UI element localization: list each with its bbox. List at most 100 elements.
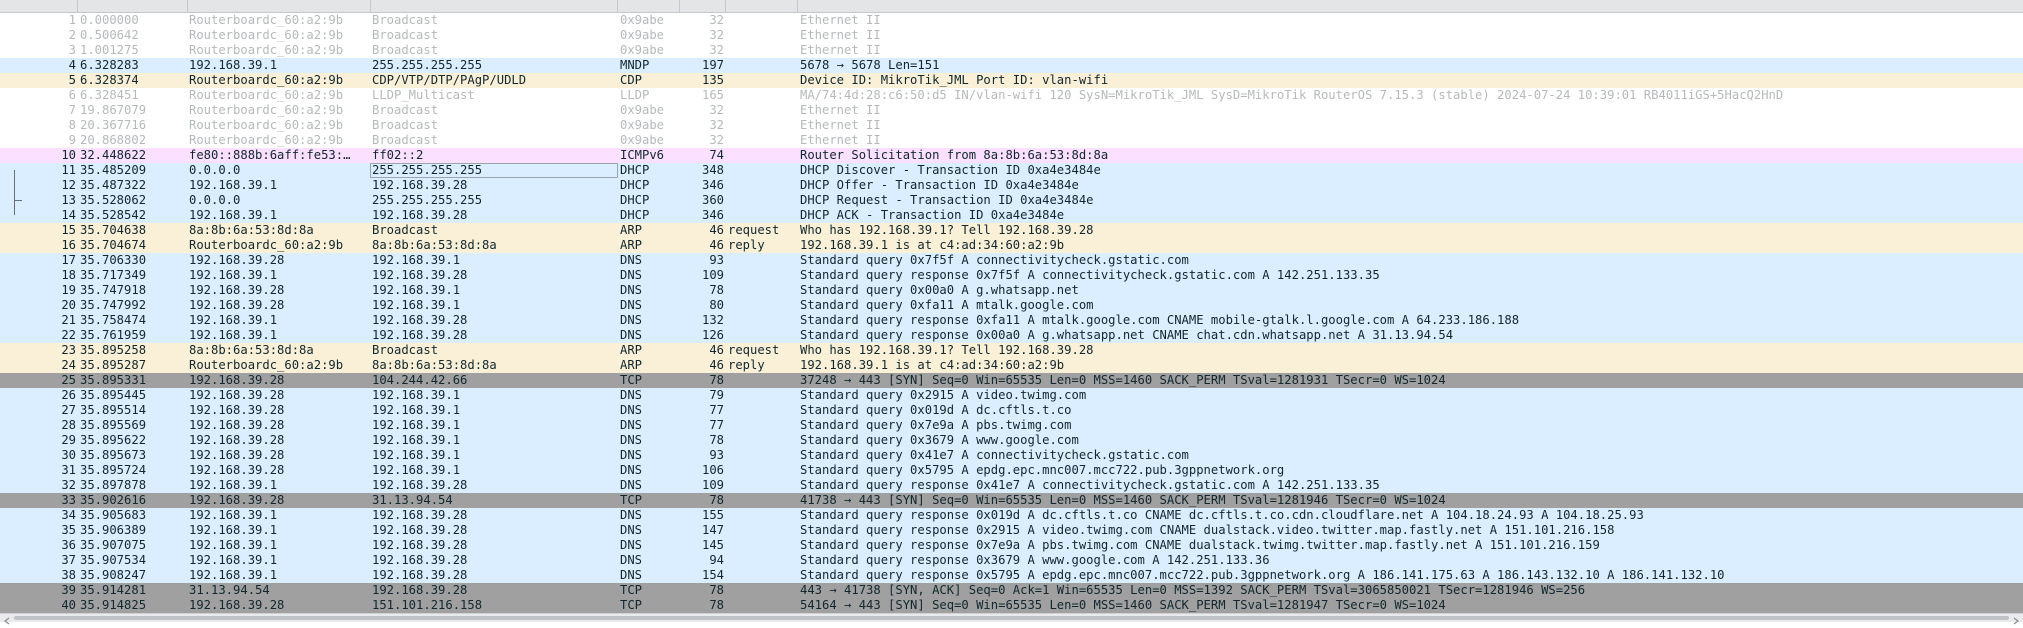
packet-row[interactable]: 22 35.761959 192.168.39.1 192.168.39.28 DNS 1…	[0, 328, 2023, 343]
packet-row[interactable]: 15 35.704638 8a:8b:6a:53:8d:8a Broadcast ARP…	[0, 223, 2023, 238]
packet-row[interactable]: 39 35.914281 31.13.94.54 192.168.39.28 TCP 78…	[0, 583, 2023, 598]
packet-length: 94	[709, 553, 724, 567]
packet-arp-opcode: reply	[728, 238, 765, 252]
packet-info: Standard query response 0x2915 A video.t…	[800, 523, 1615, 537]
packet-info: Ethernet II	[800, 13, 881, 27]
packet-info: DHCP Discover - Transaction ID 0xa4e3484…	[800, 163, 1101, 177]
packet-row[interactable]: 24 35.895287 Routerboardc_60:a2:9b 8a:8b:6a…	[0, 358, 2023, 373]
packet-destination: 192.168.39.28	[372, 208, 468, 222]
packet-number: 29	[61, 433, 76, 447]
packet-time: 35.895258	[80, 343, 147, 357]
packet-row[interactable]: 19 35.747918 192.168.39.28 192.168.39.1 DNS 7…	[0, 283, 2023, 298]
packet-list-header[interactable]	[0, 0, 2023, 13]
packet-row[interactable]: 23 35.895258 8a:8b:6a:53:8d:8a Broadcast ARP…	[0, 343, 2023, 358]
packet-row[interactable]: 12 35.487322 192.168.39.1 192.168.39.28 DHCP…	[0, 178, 2023, 193]
column-header-source[interactable]	[188, 0, 371, 12]
column-header-info[interactable]	[798, 0, 2023, 12]
packet-row[interactable]: 28 35.895569 192.168.39.28 192.168.39.1 DNS 7…	[0, 418, 2023, 433]
packet-row[interactable]: 37 35.907534 192.168.39.1 192.168.39.28 DNS 9…	[0, 553, 2023, 568]
packet-row[interactable]: 38 35.908247 192.168.39.1 192.168.39.28 DNS 1…	[0, 568, 2023, 583]
packet-length: 32	[709, 118, 724, 132]
column-header-no[interactable]	[0, 0, 78, 12]
packet-row[interactable]: 17 35.706330 192.168.39.28 192.168.39.1 DNS 9…	[0, 253, 2023, 268]
packet-length: 32	[709, 13, 724, 27]
packet-row[interactable]: 14 35.528542 192.168.39.1 192.168.39.28 DHCP…	[0, 208, 2023, 223]
packet-destination: 151.101.216.158	[372, 598, 483, 612]
packet-row[interactable]: 25 35.895331 192.168.39.28 104.244.42.66 TCP…	[0, 373, 2023, 388]
scrollbar-thumb[interactable]	[14, 616, 2009, 620]
packet-row[interactable]: 4 6.328283 192.168.39.1 255.255.255.255 MNDP…	[0, 58, 2023, 73]
packet-source: Routerboardc_60:a2:9b	[189, 28, 344, 42]
column-header-extra[interactable]	[726, 0, 798, 12]
packet-row[interactable]: 36 35.907075 192.168.39.1 192.168.39.28 DNS 1…	[0, 538, 2023, 553]
packet-protocol: TCP	[620, 373, 643, 387]
packet-time: 20.367716	[80, 118, 147, 132]
packet-protocol: DNS	[620, 283, 643, 297]
packet-info: Who has 192.168.39.1? Tell 192.168.39.28	[800, 343, 1094, 357]
packet-number: 8	[68, 118, 76, 132]
packet-time: 0.500642	[80, 28, 139, 42]
packet-row[interactable]: 5 6.328374 Routerboardc_60:a2:9b CDP/VTP/DT…	[0, 73, 2023, 88]
packet-info: Ethernet II	[800, 118, 881, 132]
packet-source: 192.168.39.1	[189, 178, 278, 192]
column-header-protocol[interactable]	[618, 0, 680, 12]
packet-source: 8a:8b:6a:53:8d:8a	[189, 223, 314, 237]
packet-row[interactable]: 35 35.906389 192.168.39.1 192.168.39.28 DNS 1…	[0, 523, 2023, 538]
packet-row[interactable]: 33 35.902616 192.168.39.28 31.13.94.54 TCP 78…	[0, 493, 2023, 508]
packet-info: Standard query response 0x019d A dc.cftl…	[800, 508, 1644, 522]
packet-time: 0.000000	[80, 13, 139, 27]
packet-number: 18	[61, 268, 76, 282]
packet-info: Standard query response 0x3679 A www.goo…	[800, 553, 1270, 567]
packet-number: 35	[61, 523, 76, 537]
packet-row[interactable]: 9 20.868802 Routerboardc_60:a2:9b Broadcast…	[0, 133, 2023, 148]
column-header-length[interactable]	[680, 0, 726, 12]
packet-row[interactable]: 29 35.895622 192.168.39.28 192.168.39.1 DNS 7…	[0, 433, 2023, 448]
packet-destination: Broadcast	[372, 118, 439, 132]
packet-length: 74	[709, 148, 724, 162]
packet-source: 0.0.0.0	[189, 163, 241, 177]
packet-length: 154	[701, 568, 724, 582]
scroll-left-arrow-icon[interactable]	[2, 614, 12, 625]
packet-row[interactable]: 11 35.485209 0.0.0.0 255.255.255.255 DHCP 348…	[0, 163, 2023, 178]
packet-length: 165	[701, 88, 724, 102]
packet-length: 46	[709, 223, 724, 237]
packet-row[interactable]: 13 35.528062 0.0.0.0 255.255.255.255 DHCP 360…	[0, 193, 2023, 208]
packet-destination: 192.168.39.28	[372, 538, 468, 552]
packet-protocol: TCP	[620, 493, 643, 507]
packet-destination: 192.168.39.1	[372, 433, 461, 447]
packet-row[interactable]: 27 35.895514 192.168.39.28 192.168.39.1 DNS 7…	[0, 403, 2023, 418]
packet-number: 13	[61, 193, 76, 207]
packet-row[interactable]: 1 0.000000 Routerboardc_60:a2:9b Broadcast 0…	[0, 13, 2023, 28]
horizontal-scrollbar[interactable]	[0, 613, 2023, 625]
packet-row[interactable]: 30 35.895673 192.168.39.28 192.168.39.1 DNS 9…	[0, 448, 2023, 463]
packet-row[interactable]: 3 1.001275 Routerboardc_60:a2:9b Broadcast 0…	[0, 43, 2023, 58]
packet-row[interactable]: 21 35.758474 192.168.39.1 192.168.39.28 DNS 1…	[0, 313, 2023, 328]
packet-length: 78	[709, 283, 724, 297]
packet-number: 5	[68, 73, 76, 87]
packet-row[interactable]: 8 20.367716 Routerboardc_60:a2:9b Broadcast…	[0, 118, 2023, 133]
packet-row[interactable]: 32 35.897878 192.168.39.1 192.168.39.28 DNS 1…	[0, 478, 2023, 493]
packet-destination: 192.168.39.28	[372, 508, 468, 522]
packet-number: 4	[68, 58, 76, 72]
packet-length: 79	[709, 388, 724, 402]
packet-row[interactable]: 10 32.448622 fe80::888b:6aff:fe53:… ff02::2…	[0, 148, 2023, 163]
column-header-destination[interactable]	[371, 0, 618, 12]
packet-length: 106	[701, 463, 724, 477]
packet-row[interactable]: 7 19.867079 Routerboardc_60:a2:9b Broadcast…	[0, 103, 2023, 118]
packet-row[interactable]: 20 35.747992 192.168.39.28 192.168.39.1 DNS 8…	[0, 298, 2023, 313]
packet-row[interactable]: 6 6.328451 Routerboardc_60:a2:9b LLDP_Multi…	[0, 88, 2023, 103]
packet-row[interactable]: 16 35.704674 Routerboardc_60:a2:9b 8a:8b:6a…	[0, 238, 2023, 253]
packet-destination: LLDP_Multicast	[372, 88, 475, 102]
packet-protocol: LLDP	[620, 88, 650, 102]
packet-row[interactable]: 26 35.895445 192.168.39.28 192.168.39.1 DNS 7…	[0, 388, 2023, 403]
packet-row[interactable]: 18 35.717349 192.168.39.1 192.168.39.28 DNS 1…	[0, 268, 2023, 283]
packet-row[interactable]: 31 35.895724 192.168.39.28 192.168.39.1 DNS 1…	[0, 463, 2023, 478]
packet-row[interactable]: 2 0.500642 Routerboardc_60:a2:9b Broadcast 0…	[0, 28, 2023, 43]
packet-length: 46	[709, 343, 724, 357]
packet-destination: 192.168.39.1	[372, 418, 461, 432]
packet-info: 5678 → 5678 Len=151	[800, 58, 940, 72]
column-header-time[interactable]	[78, 0, 188, 12]
packet-row[interactable]: 34 35.905683 192.168.39.1 192.168.39.28 DNS 1…	[0, 508, 2023, 523]
scroll-right-arrow-icon[interactable]	[2011, 614, 2021, 625]
packet-row[interactable]: 40 35.914825 192.168.39.28 151.101.216.158 T…	[0, 598, 2023, 613]
